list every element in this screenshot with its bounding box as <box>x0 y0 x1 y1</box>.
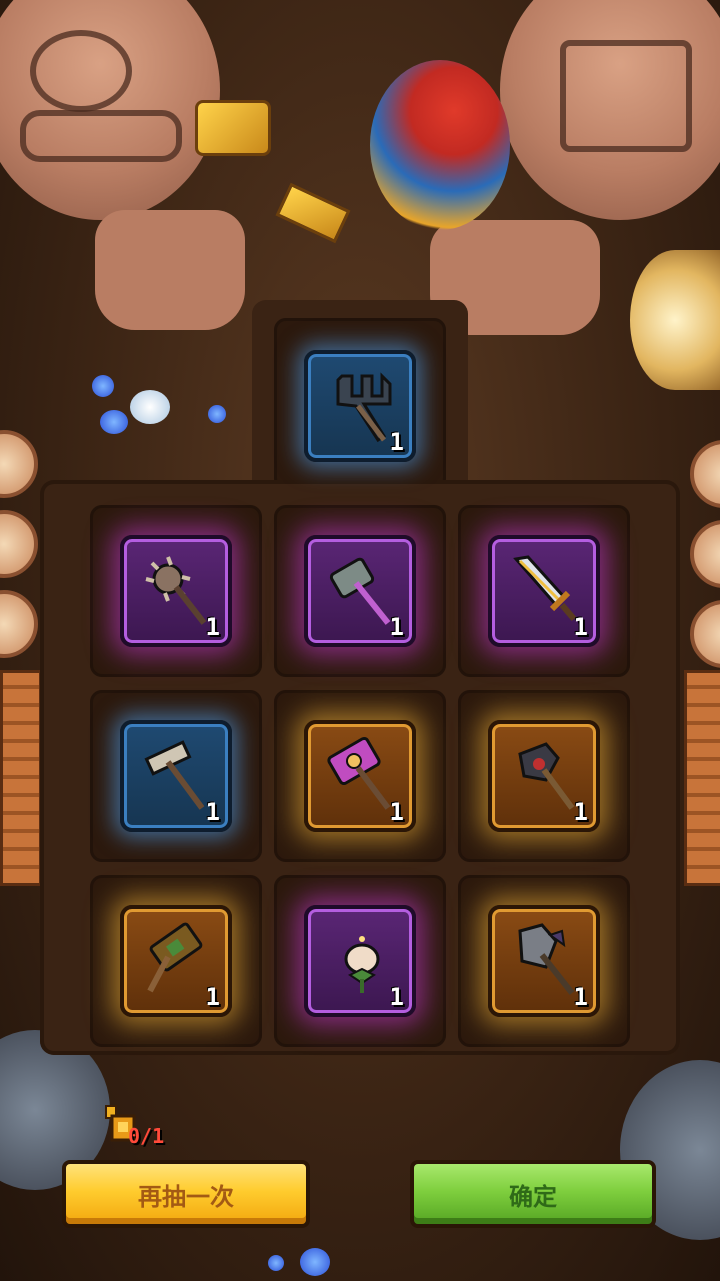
plate-decoration <box>690 440 720 508</box>
wood-panel-decoration <box>684 670 720 886</box>
reward-item[interactable]: 1 <box>488 720 600 832</box>
crystal-decoration <box>130 390 170 424</box>
draw-again-label: 再抽一次 <box>138 1182 234 1211</box>
draw-ticket-count: 0/1 <box>128 1124 165 1148</box>
reward-item[interactable]: 1 <box>120 905 232 1017</box>
confirm-button[interactable]: 确定 <box>410 1160 656 1228</box>
reward-item[interactable]: 1 <box>120 720 232 832</box>
gem-decoration <box>300 1248 330 1276</box>
reward-item[interactable]: 1 <box>304 720 416 832</box>
wood-panel-decoration <box>0 670 42 886</box>
draw-again-button[interactable]: 再抽一次 <box>62 1160 310 1228</box>
plate-decoration <box>690 600 720 668</box>
item-count: 1 <box>389 983 404 1011</box>
lantern-decoration <box>630 250 720 390</box>
gem-decoration <box>208 405 226 423</box>
gem-decoration <box>268 1255 284 1271</box>
gold-bar-decoration <box>275 182 351 244</box>
gacha-result-screen: 1 1 1 1 1 1 1 1 1 1 0/1 再抽一次 确定 <box>0 0 720 1281</box>
gem-decoration <box>92 375 114 397</box>
gold-pile-decoration <box>195 100 271 156</box>
item-count: 1 <box>205 613 220 641</box>
plate-decoration <box>0 510 38 578</box>
item-count: 1 <box>389 428 404 456</box>
plate-decoration <box>0 590 38 658</box>
reward-item[interactable]: 1 <box>488 905 600 1017</box>
item-count: 1 <box>573 613 588 641</box>
item-count: 1 <box>573 798 588 826</box>
gem-decoration <box>100 410 128 434</box>
reward-item[interactable]: 1 <box>120 535 232 647</box>
reward-item-featured[interactable]: 1 <box>304 350 416 462</box>
item-count: 1 <box>573 983 588 1011</box>
left-hand-decoration <box>95 210 245 330</box>
right-arm-decoration <box>500 0 720 220</box>
confirm-label: 确定 <box>509 1182 557 1211</box>
plate-decoration <box>690 520 720 588</box>
item-count: 1 <box>205 798 220 826</box>
parrot-decoration <box>370 60 510 230</box>
reward-item[interactable]: 1 <box>488 535 600 647</box>
item-count: 1 <box>389 613 404 641</box>
plate-decoration <box>0 430 38 498</box>
reward-item[interactable]: 1 <box>304 905 416 1017</box>
item-count: 1 <box>389 798 404 826</box>
left-arm-decoration <box>0 0 220 220</box>
item-count: 1 <box>205 983 220 1011</box>
reward-item[interactable]: 1 <box>304 535 416 647</box>
